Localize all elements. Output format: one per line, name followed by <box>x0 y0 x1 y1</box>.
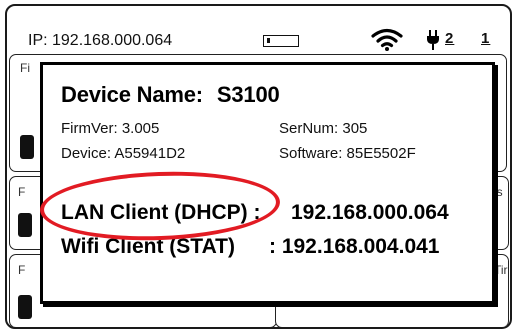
ip-address-text: IP: 192.168.000.064 <box>28 32 173 49</box>
tile-icon <box>18 295 32 319</box>
device-name-row: Device Name: S3100 <box>61 82 280 108</box>
battery-icon <box>263 35 299 47</box>
tile-label: Tir <box>494 263 508 277</box>
port-2-indicator: 2 <box>445 30 455 47</box>
software-version: Software: 85E5502F <box>279 145 416 162</box>
device-name-label: Device Name: <box>61 82 203 107</box>
lan-client-ip: 192.168.000.064 <box>291 201 449 224</box>
firmware-version: FirmVer: 3.005 <box>61 120 160 137</box>
wifi-icon <box>371 28 403 51</box>
wifi-client-ip: : 192.168.004.041 <box>269 235 440 258</box>
tile-icon <box>20 135 34 159</box>
tile-label: Fi <box>20 61 30 75</box>
tile-label: F <box>18 185 26 199</box>
port-1-indicator: 1 <box>481 30 491 47</box>
device-id: Device: A55941D2 <box>61 145 186 162</box>
serial-number: SerNum: 305 <box>279 120 368 137</box>
plug-icon <box>427 30 439 50</box>
tile-label: F <box>18 263 26 277</box>
tile-icon <box>18 213 32 237</box>
device-name-value: S3100 <box>216 82 280 107</box>
status-bar: IP: 192.168.000.064 2 1 <box>7 6 510 51</box>
